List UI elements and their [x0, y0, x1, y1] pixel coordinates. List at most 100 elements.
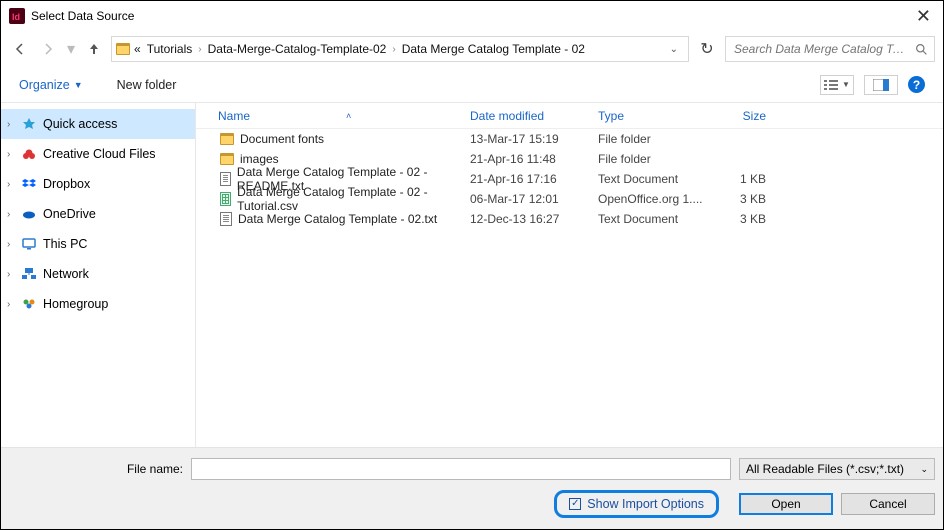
- chevron-right-icon: ›: [7, 119, 15, 130]
- document-icon: [220, 212, 232, 226]
- sidebar-item-label: This PC: [43, 237, 87, 251]
- chevron-right-icon: ›: [7, 299, 15, 310]
- back-button[interactable]: [9, 38, 31, 60]
- sort-asc-icon: ˄: [346, 111, 351, 121]
- filetype-filter[interactable]: All Readable Files (*.csv;*.txt) ⌄: [739, 458, 935, 480]
- pc-icon: [21, 236, 37, 252]
- svg-text:Id: Id: [12, 12, 20, 22]
- col-name: Name˄: [196, 109, 470, 123]
- document-icon: [220, 172, 231, 186]
- up-button[interactable]: [83, 38, 105, 60]
- file-name: Document fonts: [196, 132, 470, 146]
- chevron-right-icon: ›: [390, 44, 397, 55]
- file-name: Data Merge Catalog Template - 02.txt: [196, 212, 470, 226]
- file-date: 12-Dec-13 16:27: [470, 212, 598, 226]
- sidebar-item-quickaccess[interactable]: › Quick access: [1, 109, 195, 139]
- sidebar-item-label: Network: [43, 267, 89, 281]
- main-pane: › Quick access › Creative Cloud Files › …: [1, 103, 943, 447]
- breadcrumb-dropdown[interactable]: ⌄: [664, 44, 684, 55]
- app-icon: Id: [9, 8, 25, 24]
- new-folder-button[interactable]: New folder: [117, 78, 177, 92]
- file-row[interactable]: Data Merge Catalog Template - 02 - Tutor…: [196, 189, 943, 209]
- file-date: 21-Apr-16 17:16: [470, 172, 598, 186]
- file-type: File folder: [598, 132, 716, 146]
- organize-menu[interactable]: Organize▼: [19, 78, 83, 92]
- breadcrumb-seg[interactable]: Data Merge Catalog Template - 02: [400, 42, 587, 56]
- sidebar-item-label: OneDrive: [43, 207, 96, 221]
- file-type: File folder: [598, 152, 716, 166]
- file-date: 21-Apr-16 11:48: [470, 152, 598, 166]
- chevron-right-icon: ›: [7, 269, 15, 280]
- command-bar: Organize▼ New folder ▼ ?: [1, 67, 943, 103]
- breadcrumb-ellipsis[interactable]: «: [132, 42, 143, 56]
- titlebar: Id Select Data Source ✕: [1, 1, 943, 31]
- file-name: Data Merge Catalog Template - 02 - Tutor…: [196, 185, 470, 213]
- folder-icon: [220, 153, 234, 165]
- file-name: images: [196, 152, 470, 166]
- file-date: 06-Mar-17 12:01: [470, 192, 598, 206]
- filename-label: File name:: [9, 462, 183, 476]
- view-mode-button[interactable]: ▼: [820, 75, 854, 95]
- col-size[interactable]: Size: [716, 109, 796, 123]
- file-row[interactable]: Data Merge Catalog Template - 02.txt12-D…: [196, 209, 943, 229]
- file-type: Text Document: [598, 172, 716, 186]
- help-icon[interactable]: ?: [908, 76, 925, 93]
- show-import-options-checkbox[interactable]: ✓ Show Import Options: [554, 490, 719, 518]
- file-row[interactable]: Document fonts13-Mar-17 15:19File folder: [196, 129, 943, 149]
- sidebar-item-network[interactable]: › Network: [1, 259, 195, 289]
- chevron-down-icon: ⌄: [920, 464, 928, 475]
- filename-input[interactable]: [191, 458, 731, 480]
- dropbox-icon: [21, 176, 37, 192]
- sidebar-item-label: Dropbox: [43, 177, 90, 191]
- preview-pane-button[interactable]: [864, 75, 898, 95]
- chevron-right-icon: ›: [7, 209, 15, 220]
- file-list: Name˄ Date modified Type Size Document f…: [196, 103, 943, 447]
- search-input[interactable]: [732, 41, 909, 57]
- dialog-title: Select Data Source: [31, 9, 134, 23]
- breadcrumb[interactable]: « Tutorials › Data-Merge-Catalog-Templat…: [111, 36, 689, 62]
- network-icon: [21, 266, 37, 282]
- col-type[interactable]: Type: [598, 109, 716, 123]
- cancel-button[interactable]: Cancel: [841, 493, 935, 515]
- dialog-footer: File name: All Readable Files (*.csv;*.t…: [1, 447, 943, 529]
- sidebar-item-label: Quick access: [43, 117, 117, 131]
- refresh-button[interactable]: ↻: [695, 39, 719, 59]
- spreadsheet-icon: [220, 192, 231, 206]
- search-icon: [915, 43, 928, 56]
- open-button[interactable]: Open: [739, 493, 833, 515]
- sidebar-item-onedrive[interactable]: › OneDrive: [1, 199, 195, 229]
- file-type: OpenOffice.org 1....: [598, 192, 716, 206]
- chevron-right-icon: ›: [196, 44, 203, 55]
- col-date[interactable]: Date modified: [470, 109, 598, 123]
- chevron-right-icon: ›: [7, 239, 15, 250]
- file-date: 13-Mar-17 15:19: [470, 132, 598, 146]
- file-size: 1 KB: [716, 172, 796, 186]
- folder-icon: [116, 42, 130, 56]
- sidebar-item-label: Creative Cloud Files: [43, 147, 156, 161]
- file-size: 3 KB: [716, 212, 796, 226]
- sidebar-item-ccfiles[interactable]: › Creative Cloud Files: [1, 139, 195, 169]
- cloud-icon: [21, 206, 37, 222]
- sidebar-item-label: Homegroup: [43, 297, 108, 311]
- checkbox-checked-icon: ✓: [569, 498, 581, 510]
- chevron-right-icon: ›: [7, 149, 15, 160]
- sidebar-item-thispc[interactable]: › This PC: [1, 229, 195, 259]
- cloud-icon: [21, 146, 37, 162]
- file-size: 3 KB: [716, 192, 796, 206]
- search-box[interactable]: [725, 36, 935, 62]
- forward-button[interactable]: [37, 38, 59, 60]
- sidebar-item-homegroup[interactable]: › Homegroup: [1, 289, 195, 319]
- places-sidebar: › Quick access › Creative Cloud Files › …: [1, 103, 196, 447]
- nav-toolbar: ▾ « Tutorials › Data-Merge-Catalog-Templ…: [1, 31, 943, 67]
- column-headers[interactable]: Name˄ Date modified Type Size: [196, 103, 943, 129]
- folder-icon: [220, 133, 234, 145]
- star-icon: [21, 116, 37, 132]
- recent-dropdown[interactable]: ▾: [65, 38, 77, 60]
- file-type: Text Document: [598, 212, 716, 226]
- homegroup-icon: [21, 296, 37, 312]
- sidebar-item-dropbox[interactable]: › Dropbox: [1, 169, 195, 199]
- breadcrumb-seg[interactable]: Data-Merge-Catalog-Template-02: [206, 42, 389, 56]
- breadcrumb-seg[interactable]: Tutorials: [145, 42, 195, 56]
- close-icon[interactable]: ✕: [912, 6, 935, 27]
- chevron-right-icon: ›: [7, 179, 15, 190]
